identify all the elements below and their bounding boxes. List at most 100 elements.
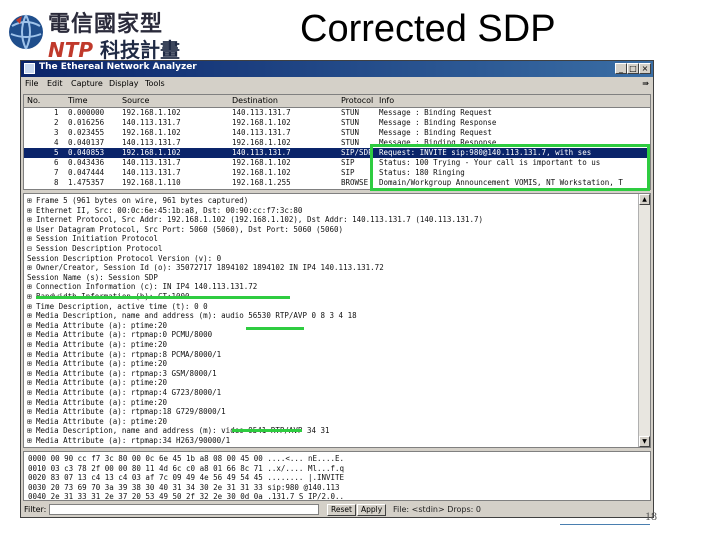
- globe-icon: [9, 14, 43, 50]
- detail-tree-item[interactable]: ⊞ Media Attribute (a): ptime:20: [27, 359, 167, 369]
- detail-tree-item[interactable]: ⊞ Media Attribute (a): rtpmap:34 H263/90…: [27, 436, 230, 446]
- packet-cell-destination: 192.168.1.102: [232, 168, 291, 177]
- packet-row[interactable]: 2 0.016256 140.113.131.7 192.168.1.102 STUN M…: [24, 118, 650, 128]
- packet-cell-protocol: BROWSE: [341, 178, 369, 187]
- detail-tree-item[interactable]: ⊞ User Datagram Protocol, Src Port: 5060…: [27, 225, 343, 235]
- col-info[interactable]: Info: [379, 96, 394, 105]
- packet-cell-no: 6: [54, 158, 59, 167]
- hex-line: 0030 20 73 69 70 3a 39 38 30 40 31 34 30…: [28, 482, 340, 492]
- detail-tree-item[interactable]: ⊞ Media Attribute (a): ptime:20: [27, 378, 167, 388]
- packet-row[interactable]: 3 0.023455 192.168.1.102 140.113.131.7 STUN M…: [24, 128, 650, 138]
- detail-tree-item[interactable]: ⊞ Owner/Creator, Session Id (o): 3507271…: [27, 263, 384, 273]
- detail-tree-item[interactable]: ⊞ Internet Protocol, Src Addr: 192.168.1…: [27, 215, 483, 225]
- packet-cell-source: 192.168.1.102: [122, 148, 181, 157]
- page-number: 18: [645, 509, 657, 523]
- detail-tree-item[interactable]: ⊞ Time Description, active time (t): 0 0: [27, 302, 208, 312]
- packet-cell-destination: 140.113.131.7: [232, 148, 291, 157]
- detail-tree-item[interactable]: Session Name (s): Session SDP: [27, 273, 158, 283]
- detail-tree-item[interactable]: ⊞ Media Attribute (a): ptime:20: [27, 340, 167, 350]
- col-no[interactable]: No.: [27, 96, 40, 105]
- packet-cell-no: 8: [54, 178, 59, 187]
- underline-video-port: [232, 429, 302, 432]
- packet-cell-no: 2: [54, 118, 59, 127]
- detail-tree-item[interactable]: ⊞ Frame 5 (961 bytes on wire, 961 bytes …: [27, 196, 248, 206]
- detail-tree-item[interactable]: ⊞ Connection Information (c): IN IP4 140…: [27, 282, 257, 292]
- packet-cell-source: 140.113.131.7: [122, 118, 181, 127]
- packet-list-header: No. Time Source Destination Protocol Inf…: [24, 95, 650, 108]
- underline-connection: [36, 296, 290, 299]
- detail-tree-item[interactable]: ⊞ Session Initiation Protocol: [27, 234, 158, 244]
- packet-cell-destination: 140.113.131.7: [232, 128, 291, 137]
- logo-text-line2: NTP 科技計畫: [48, 34, 180, 63]
- detail-tree-item[interactable]: ⊞ Media Attribute (a): rtpmap:3 GSM/8000…: [27, 369, 217, 379]
- hex-line: 0020 83 07 13 c4 13 c4 03 af 7c 09 49 4e…: [28, 473, 345, 482]
- packet-cell-source: 192.168.1.102: [122, 108, 181, 117]
- hex-line: 0010 03 c3 78 2f 00 00 80 11 4d 6c c0 a8…: [28, 463, 345, 473]
- detail-tree-item[interactable]: ⊞ Media Attribute (a): ptime:20: [27, 398, 167, 408]
- col-time[interactable]: Time: [68, 96, 88, 105]
- underline-audio-port: [246, 327, 304, 330]
- detail-tree-item[interactable]: ⊞ Media Attribute (a): ptime:20: [27, 417, 167, 427]
- slide-title: Corrected SDP: [300, 8, 556, 50]
- packet-cell-protocol: SIP: [341, 168, 355, 177]
- packet-cell-info: Message : Binding Request: [379, 128, 492, 137]
- menu-edit[interactable]: Edit: [47, 79, 63, 88]
- menu-tools[interactable]: Tools: [145, 79, 165, 88]
- packet-cell-protocol: STUN: [341, 108, 360, 117]
- packet-cell-info: Message : Binding Request: [379, 108, 492, 117]
- packet-row[interactable]: 1 0.000000 192.168.1.102 140.113.131.7 STUN M…: [24, 108, 650, 118]
- detail-tree-item[interactable]: ⊞ Media Attribute (a): rtpmap:18 G729/80…: [27, 407, 226, 417]
- detail-tree-item[interactable]: ⊞ Media Attribute (a): ptime:20: [27, 321, 167, 331]
- menu-capture[interactable]: Capture: [71, 79, 103, 88]
- detail-tree-item[interactable]: ⊞ Media Description, name and address (m…: [27, 311, 357, 321]
- close-button[interactable]: ×: [639, 63, 651, 74]
- col-destination[interactable]: Destination: [232, 96, 278, 105]
- logo-cn-text: 科技計畫: [100, 38, 181, 62]
- reset-button[interactable]: Reset: [327, 504, 356, 516]
- detail-tree-item[interactable]: ⊟ Session Description Protocol: [27, 244, 162, 254]
- chevron-right-icon[interactable]: ⇛: [642, 79, 649, 88]
- menu-file[interactable]: File: [25, 79, 38, 88]
- minimize-button[interactable]: _: [615, 63, 627, 74]
- packet-cell-info: Message : Binding Response: [379, 118, 497, 127]
- packet-cell-time: 0.040853: [68, 148, 105, 157]
- window-title: The Ethereal Network Analyzer: [39, 62, 197, 72]
- highlight-box-sip-info: [370, 144, 650, 191]
- detail-tree-item[interactable]: ⊞ Media Attribute (a): rtpmap:8 PCMA/800…: [27, 350, 221, 360]
- packet-cell-no: 5: [54, 148, 59, 157]
- packet-cell-destination: 192.168.1.102: [232, 158, 291, 167]
- col-source[interactable]: Source: [122, 96, 149, 105]
- hex-line: 0040 2e 31 33 31 2e 37 20 53 49 50 2f 32…: [28, 492, 345, 501]
- detail-tree-item[interactable]: Session Description Protocol Version (v)…: [27, 254, 221, 264]
- packet-cell-source: 140.113.131.7: [122, 158, 181, 167]
- apply-button[interactable]: Apply: [357, 504, 387, 516]
- scroll-up-icon[interactable]: ▲: [639, 194, 650, 205]
- packet-cell-time: 0.043436: [68, 158, 105, 167]
- packet-cell-no: 4: [54, 138, 59, 147]
- filter-input[interactable]: [49, 504, 319, 515]
- packet-cell-no: 1: [54, 108, 59, 117]
- packet-cell-protocol: STUN: [341, 118, 360, 127]
- packet-cell-source: 140.113.131.7: [122, 138, 181, 147]
- packet-cell-protocol: STUN: [341, 128, 360, 137]
- packet-cell-time: 0.047444: [68, 168, 105, 177]
- packet-cell-no: 3: [54, 128, 59, 137]
- title-bar: The Ethereal Network Analyzer _ □ ×: [21, 61, 653, 77]
- maximize-button[interactable]: □: [627, 63, 639, 74]
- packet-cell-destination: 192.168.1.102: [232, 118, 291, 127]
- menu-display[interactable]: Display: [109, 79, 139, 88]
- hex-line: 0000 00 90 cc f7 3c 80 00 0c 6e 45 1b a8…: [28, 454, 345, 463]
- detail-tree-item[interactable]: ⊞ Media Attribute (a): rtpmap:0 PCMU/800…: [27, 330, 212, 340]
- packet-cell-time: 0.023455: [68, 128, 105, 137]
- packet-cell-time: 0.040137: [68, 138, 105, 147]
- app-icon: [24, 63, 35, 74]
- packet-cell-no: 7: [54, 168, 59, 177]
- filter-bar: Filter: Reset Apply File: <stdin> Drops:…: [21, 503, 653, 517]
- detail-scrollbar[interactable]: ▲ ▼: [638, 194, 650, 447]
- scroll-down-icon[interactable]: ▼: [639, 436, 650, 447]
- packet-cell-protocol: SIP/SDP: [341, 148, 373, 157]
- detail-tree-item[interactable]: ⊞ Ethernet II, Src: 00:0c:6e:45:1b:a8, D…: [27, 206, 302, 216]
- detail-tree-item[interactable]: ⊞ Media Attribute (a): rtpmap:4 G723/800…: [27, 388, 221, 398]
- packet-cell-time: 1.475357: [68, 178, 105, 187]
- col-protocol[interactable]: Protocol: [341, 96, 373, 105]
